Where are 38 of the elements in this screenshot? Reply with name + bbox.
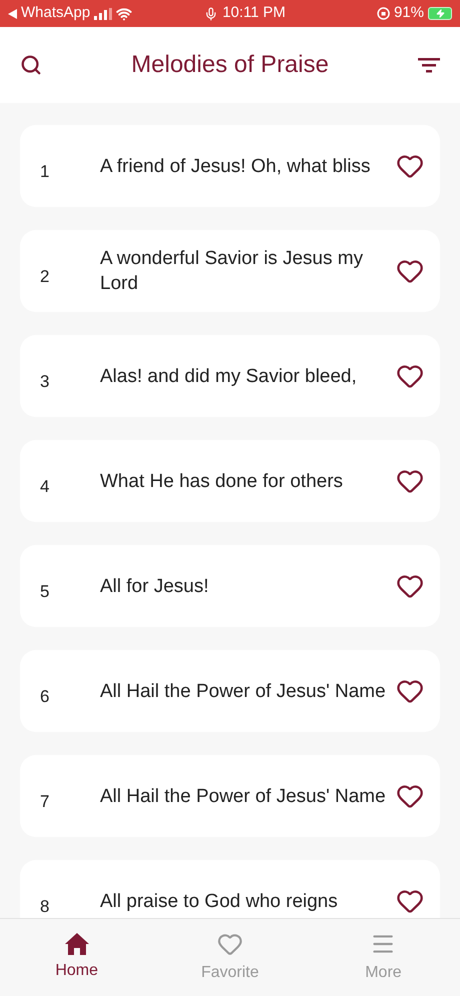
battery-percent: 91%: [394, 3, 424, 24]
song-title: A wonderful Savior is Jesus my Lord: [100, 247, 364, 296]
filter-button[interactable]: [418, 57, 440, 73]
song-card[interactable]: 2 A wonderful Savior is Jesus my Lord: [20, 230, 440, 312]
song-title: What He has done for others: [100, 470, 344, 494]
song-number: 6: [40, 686, 50, 708]
back-app-link[interactable]: WhatsApp: [21, 2, 90, 25]
song-card[interactable]: 4 What He has done for others: [20, 440, 440, 522]
back-arrow-icon[interactable]: [8, 8, 17, 18]
song-number: 1: [40, 161, 50, 184]
song-number: 2: [40, 266, 50, 288]
song-title: Alas! and did my Savior bleed,: [100, 364, 358, 388]
song-number: 5: [40, 581, 50, 604]
song-title: A friend of Jesus! Oh, what bliss: [100, 154, 372, 178]
song-card[interactable]: 6 All Hail the Power of Jesus' Name: [20, 650, 440, 732]
song-number: 3: [40, 371, 50, 394]
song-title: All Hail the Power of Jesus' Name: [100, 784, 387, 808]
song-card[interactable]: 7 All Hail the Power of Jesus' Name: [20, 755, 440, 837]
song-card[interactable]: 5 All for Jesus!: [20, 545, 440, 627]
song-number: 8: [40, 896, 50, 918]
home-icon: [64, 932, 89, 954]
signal-icon: [94, 8, 112, 20]
app-title: Melodies of Praise: [131, 50, 329, 80]
song-number: 7: [40, 791, 50, 814]
song-title: All praise to God who reigns: [100, 890, 339, 914]
tab[interactable]: Home: [0, 919, 154, 996]
song-card[interactable]: 1 A friend of Jesus! Oh, what bliss: [20, 125, 440, 207]
song-title: All Hail the Power of Jesus' Name: [100, 680, 387, 704]
song-card[interactable]: 3 Alas! and did my Savior bleed,: [20, 335, 440, 417]
wifi-icon: [116, 6, 132, 22]
rotation-lock-icon: [376, 7, 390, 20]
search-button[interactable]: [20, 54, 42, 76]
battery-icon: [428, 7, 452, 20]
song-title: All for Jesus!: [100, 574, 210, 598]
song-card[interactable]: 8 All praise to God who reigns: [20, 860, 440, 918]
song-number: 4: [40, 476, 50, 498]
mic-icon: [204, 6, 218, 20]
clock: 10:11 PM: [222, 3, 286, 24]
